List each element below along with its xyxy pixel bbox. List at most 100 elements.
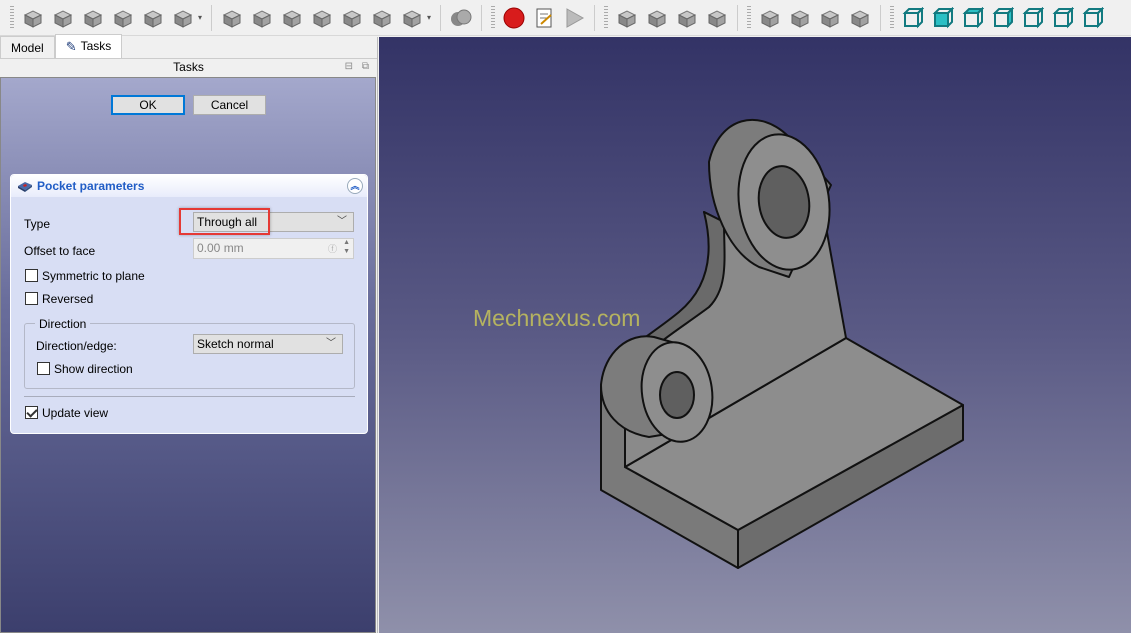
thickness-button[interactable] <box>704 5 730 31</box>
polar-pattern-icon <box>820 9 840 28</box>
tab-model[interactable]: Model <box>0 36 55 58</box>
main-toolbar: ▾ ▾ <box>0 0 1131 36</box>
show-direction-label: Show direction <box>54 362 133 376</box>
subtractive-helix-button[interactable] <box>369 5 395 31</box>
draft-button[interactable] <box>674 5 700 31</box>
additive-helix-icon <box>143 9 163 28</box>
show-direction-checkbox[interactable] <box>37 362 50 375</box>
toolbar-separator <box>880 4 882 31</box>
macro-run-button[interactable] <box>561 5 587 31</box>
pocket-parameters-header[interactable]: Pocket parameters ︽ <box>11 175 367 197</box>
view-top-icon <box>962 6 985 28</box>
view-top-button[interactable] <box>960 5 986 31</box>
tab-tasks-label: Tasks <box>80 39 112 53</box>
cancel-button[interactable]: Cancel <box>193 95 266 115</box>
view-right-icon <box>992 6 1015 28</box>
subtractive-helix-icon <box>372 9 392 28</box>
view-rear-icon <box>1022 6 1045 28</box>
view-front-button[interactable] <box>930 5 956 31</box>
toolbar-grip[interactable] <box>491 5 496 30</box>
polar-pattern-button[interactable] <box>817 5 843 31</box>
boolean-button[interactable] <box>448 5 474 31</box>
dock-icon[interactable]: ⊟ <box>345 59 353 75</box>
view-left-button[interactable] <box>1080 5 1106 31</box>
chamfer-button[interactable] <box>644 5 670 31</box>
pad-button[interactable] <box>20 5 46 31</box>
pocket-button[interactable] <box>219 5 245 31</box>
macro-edit-button[interactable] <box>531 5 557 31</box>
groove-icon <box>282 9 302 28</box>
view-bottom-button[interactable] <box>1050 5 1076 31</box>
offset-input[interactable]: 0.00 mm ⓕ ▲ ▼ <box>193 238 354 259</box>
pocket-parameters-panel: Pocket parameters ︽ Type Through all ﹀ O… <box>10 174 368 434</box>
additive-pipe-icon <box>113 9 133 28</box>
reversed-label: Reversed <box>42 292 94 306</box>
pocket-parameters-title: Pocket parameters <box>37 179 145 193</box>
thickness-icon <box>707 9 727 28</box>
dropdown-arrow-icon[interactable]: ▾ <box>427 13 431 22</box>
pocket-icon <box>18 182 32 192</box>
subtractive-primitive-icon <box>402 9 422 28</box>
subtractive-primitive-button[interactable] <box>399 5 425 31</box>
toolbar-grip[interactable] <box>10 5 14 30</box>
dropdown-arrow-icon[interactable]: ▾ <box>198 13 202 22</box>
macro-record-icon <box>503 7 525 28</box>
subtractive-pipe-button[interactable] <box>339 5 365 31</box>
view-front-icon <box>932 6 955 28</box>
expression-icon[interactable]: ⓕ <box>328 240 337 259</box>
boolean-icon <box>451 9 472 26</box>
tab-tasks[interactable]: ✎ Tasks <box>54 34 123 58</box>
chevron-down-icon: ﹀ <box>337 216 347 227</box>
offset-label: Offset to face <box>24 244 96 258</box>
fillet-button[interactable] <box>614 5 640 31</box>
toolbar-grip[interactable] <box>890 5 895 30</box>
tasks-title: Tasks <box>173 60 204 74</box>
tasks-title-bar: Tasks ⊟ ⧉ <box>0 59 377 75</box>
revolution-icon <box>53 9 73 28</box>
direction-edge-select[interactable]: Sketch normal ﹀ <box>193 334 343 354</box>
direction-edge-label: Direction/edge: <box>36 339 117 353</box>
additive-pipe-button[interactable] <box>110 5 136 31</box>
draft-icon <box>677 9 697 28</box>
spin-buttons[interactable]: ▲ ▼ <box>343 238 350 256</box>
toolbar-grip[interactable] <box>747 5 752 30</box>
view-right-button[interactable] <box>990 5 1016 31</box>
update-view-checkbox[interactable] <box>25 406 38 419</box>
toolbar-grip[interactable] <box>604 5 609 30</box>
subtractive-loft-button[interactable] <box>309 5 335 31</box>
symmetric-label: Symmetric to plane <box>42 269 145 283</box>
toolbar-separator <box>440 4 442 31</box>
direction-edge-value: Sketch normal <box>197 337 274 351</box>
view-isometric-icon <box>902 6 925 28</box>
collapse-icon[interactable]: ︽ <box>347 178 363 194</box>
mirrored-button[interactable] <box>757 5 783 31</box>
reversed-checkbox[interactable] <box>25 292 38 305</box>
groove-button[interactable] <box>279 5 305 31</box>
divider <box>24 396 355 397</box>
3d-viewport[interactable]: Mechnexus.com <box>379 37 1131 633</box>
additive-helix-button[interactable] <box>140 5 166 31</box>
hole-button[interactable] <box>249 5 275 31</box>
multitransform-button[interactable] <box>847 5 873 31</box>
float-icon[interactable]: ⧉ <box>362 59 369 75</box>
linear-pattern-icon <box>790 9 810 28</box>
toolbar-separator <box>211 4 213 31</box>
symmetric-checkbox[interactable] <box>25 269 38 282</box>
additive-loft-button[interactable] <box>80 5 106 31</box>
part-model <box>600 118 964 569</box>
direction-group-title: Direction <box>35 317 91 331</box>
linear-pattern-button[interactable] <box>787 5 813 31</box>
subtractive-loft-icon <box>312 9 332 28</box>
offset-value: 0.00 mm <box>197 241 244 255</box>
type-label: Type <box>24 217 51 231</box>
macro-run-icon <box>566 7 585 28</box>
view-rear-button[interactable] <box>1020 5 1046 31</box>
task-panel: OK Cancel Pocket parameters ︽ Type Throu… <box>0 77 376 633</box>
ok-button[interactable]: OK <box>111 95 185 115</box>
additive-primitive-button[interactable] <box>170 5 196 31</box>
pad-icon <box>23 9 43 28</box>
macro-record-button[interactable] <box>501 5 527 31</box>
revolution-button[interactable] <box>50 5 76 31</box>
toolbar-separator <box>594 4 596 31</box>
view-isometric-button[interactable] <box>900 5 926 31</box>
